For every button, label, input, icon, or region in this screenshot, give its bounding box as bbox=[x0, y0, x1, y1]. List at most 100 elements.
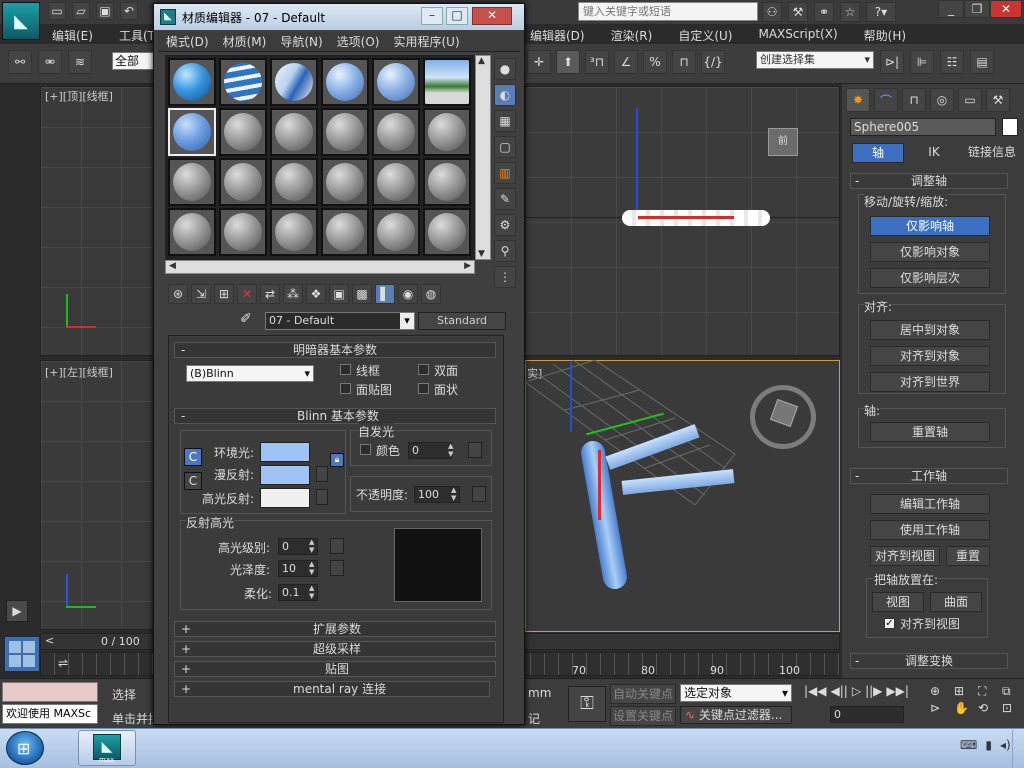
me-close-icon[interactable]: ✕ bbox=[472, 7, 512, 25]
put-to-scene-icon[interactable]: ⇲ bbox=[191, 284, 211, 304]
spinner-snap-icon[interactable]: ⊓ bbox=[672, 50, 696, 74]
self-illum-spinner-arrows-icon[interactable]: ▲ ▼ bbox=[448, 442, 456, 459]
material-sample-slot[interactable] bbox=[372, 208, 420, 256]
material-sample-slot[interactable] bbox=[168, 108, 216, 156]
sample-uv-tiling-icon[interactable]: ▢ bbox=[494, 136, 516, 158]
material-sample-slot[interactable] bbox=[423, 158, 471, 206]
scroll-down-icon[interactable]: ▼ bbox=[478, 249, 485, 259]
material-map-navigator-icon[interactable]: ◍ bbox=[421, 284, 441, 304]
menu-edit[interactable]: 编辑(E) bbox=[52, 27, 93, 44]
mental-ray-rollout[interactable]: + mental ray 连接 bbox=[174, 681, 490, 697]
show-map-in-viewport-icon[interactable]: ▣ bbox=[329, 284, 349, 304]
material-sample-slot[interactable] bbox=[270, 158, 318, 206]
me-menu-modes[interactable]: 模式(D) bbox=[166, 32, 209, 51]
make-preview-icon[interactable]: ✎ bbox=[494, 188, 516, 210]
material-sample-slot[interactable] bbox=[321, 108, 369, 156]
select-by-material-icon[interactable]: ⚲ bbox=[494, 240, 516, 262]
me-menu-navigation[interactable]: 导航(N) bbox=[280, 32, 322, 51]
menu-graph-editors[interactable]: 编辑器(D) bbox=[530, 27, 585, 44]
viewcube-front[interactable]: 前 bbox=[768, 128, 798, 156]
play-icon[interactable]: ▷ bbox=[852, 684, 861, 698]
supersampling-rollout[interactable]: + 超级采样 bbox=[174, 641, 496, 657]
two-sided-checkbox[interactable] bbox=[418, 364, 429, 375]
mirror-icon[interactable]: ⊳| bbox=[880, 50, 904, 74]
viewport-left-label[interactable]: [+][左][线框] bbox=[45, 364, 113, 380]
me-menu-options[interactable]: 选项(O) bbox=[337, 32, 380, 51]
slots-scrollbar-vertical[interactable]: ▲ ▼ bbox=[475, 55, 491, 260]
material-sample-slot[interactable] bbox=[372, 108, 420, 156]
layer-manager-icon[interactable]: ☷ bbox=[940, 50, 964, 74]
display-tab-icon[interactable]: ▭ bbox=[958, 88, 982, 112]
align-to-view-checkbox[interactable]: ✓ bbox=[884, 618, 895, 629]
undo-icon[interactable]: ↶ bbox=[120, 2, 138, 20]
affect-hierarchy-only-button[interactable]: 仅影响层次 bbox=[870, 268, 990, 288]
diffuse-color-swatch[interactable] bbox=[260, 465, 310, 485]
align-icon[interactable]: ⊫ bbox=[910, 50, 934, 74]
app-logo-button[interactable]: ◣ bbox=[2, 2, 40, 40]
video-color-check-icon[interactable]: ▥ bbox=[494, 162, 516, 184]
zoom-extents-icon[interactable]: ⛶ bbox=[978, 684, 1000, 699]
slots-scrollbar-horizontal[interactable]: ◀ ▶ bbox=[165, 260, 475, 274]
material-sample-slot[interactable] bbox=[423, 58, 471, 106]
sample-type-icon[interactable]: ● bbox=[494, 58, 516, 80]
backlight-icon[interactable]: ◐ bbox=[494, 84, 516, 106]
put-to-library-icon[interactable]: ⁂ bbox=[283, 284, 303, 304]
menu-tools[interactable]: 工具(T bbox=[119, 27, 155, 44]
tools-key-icon[interactable]: ⚒ bbox=[788, 2, 808, 22]
volume-icon[interactable]: ◂) bbox=[1000, 738, 1011, 752]
me-minimize-icon[interactable]: – bbox=[421, 7, 443, 25]
opacity-spinner-arrows-icon[interactable]: ▲ ▼ bbox=[451, 486, 459, 503]
glossiness-spinner-arrows-icon[interactable]: ▲ ▼ bbox=[309, 560, 317, 577]
angle-snap-icon[interactable]: ∠ bbox=[614, 50, 638, 74]
bind-spacewarp-icon[interactable]: ≋ bbox=[68, 50, 92, 74]
go-to-parent-icon[interactable]: ▌ bbox=[375, 284, 395, 304]
spec-level-map-button[interactable] bbox=[330, 538, 344, 554]
start-button[interactable]: ⊞ bbox=[6, 731, 44, 765]
viewport-layout-icon[interactable] bbox=[4, 636, 40, 672]
key-filters-button[interactable]: ∿ 关键点过滤器... bbox=[680, 706, 792, 724]
menu-maxscript[interactable]: MAXScript(X) bbox=[758, 27, 837, 44]
zoom-icon[interactable]: ⊕ bbox=[930, 684, 952, 699]
zoom-all-icon[interactable]: ⊞ bbox=[954, 684, 976, 699]
new-file-icon[interactable]: ▭ bbox=[48, 2, 66, 20]
ambient-diffuse-lock-c[interactable]: C bbox=[184, 448, 202, 466]
viewcube-perspective[interactable] bbox=[750, 385, 816, 449]
schematic-icon[interactable]: ▤ bbox=[970, 50, 994, 74]
material-sample-slot[interactable] bbox=[168, 158, 216, 206]
align-to-world-button[interactable]: 对齐到世界 bbox=[870, 372, 990, 392]
open-file-icon[interactable]: ▱ bbox=[72, 2, 90, 20]
align-to-view-button[interactable]: 对齐到视图 bbox=[870, 546, 940, 566]
snap-3d-icon[interactable]: ³⊓ bbox=[585, 50, 609, 74]
material-sample-slot[interactable] bbox=[168, 208, 216, 256]
working-pivot-rollout-header[interactable]: - 工作轴 bbox=[850, 468, 1008, 484]
select-link-icon[interactable]: ⚯ bbox=[8, 50, 32, 74]
search-box[interactable] bbox=[578, 2, 758, 21]
soften-spinner-arrows-icon[interactable]: ▲ ▼ bbox=[309, 584, 317, 601]
shader-type-dropdown[interactable]: (B)Blinn ▾ bbox=[186, 365, 314, 382]
maximize-icon[interactable]: ❐ bbox=[964, 0, 990, 18]
binoculars-icon[interactable]: ⚇ bbox=[762, 2, 782, 22]
tab-link-info[interactable]: 链接信息 bbox=[964, 143, 1020, 163]
background-checker-icon[interactable]: ▦ bbox=[494, 110, 516, 132]
material-sample-slot[interactable] bbox=[321, 208, 369, 256]
extended-params-rollout[interactable]: + 扩展参数 bbox=[174, 621, 496, 637]
percent-snap-icon[interactable]: % bbox=[643, 50, 667, 74]
taskbar-3dsmax-button[interactable]: ◣ max bbox=[78, 730, 136, 766]
menu-rendering[interactable]: 渲染(R) bbox=[611, 27, 653, 44]
align-to-object-button[interactable]: 对齐到对象 bbox=[870, 346, 990, 366]
scroll-right-icon[interactable]: ▶ bbox=[464, 261, 471, 271]
help-icon[interactable]: ?▾ bbox=[866, 2, 896, 22]
eyedropper-icon[interactable]: ✐ bbox=[240, 311, 260, 331]
material-sample-slot[interactable] bbox=[168, 58, 216, 106]
shader-basic-rollout-header[interactable]: - 明暗器基本参数 bbox=[174, 342, 496, 358]
use-working-pivot-button[interactable]: 使用工作轴 bbox=[870, 520, 990, 540]
place-surface-button[interactable]: 曲面 bbox=[930, 592, 982, 612]
material-effects-channel-icon[interactable]: ❖ bbox=[306, 284, 326, 304]
material-sample-slot[interactable] bbox=[423, 208, 471, 256]
go-to-end-icon[interactable]: ▶▶| bbox=[886, 684, 909, 698]
material-type-button[interactable]: Standard bbox=[418, 312, 506, 330]
time-slider-prev-icon[interactable]: < bbox=[45, 634, 54, 647]
maps-rollout[interactable]: + 贴图 bbox=[174, 661, 496, 677]
center-to-object-button[interactable]: 居中到对象 bbox=[870, 320, 990, 340]
pan-hand-icon[interactable]: ✋ bbox=[954, 701, 976, 715]
